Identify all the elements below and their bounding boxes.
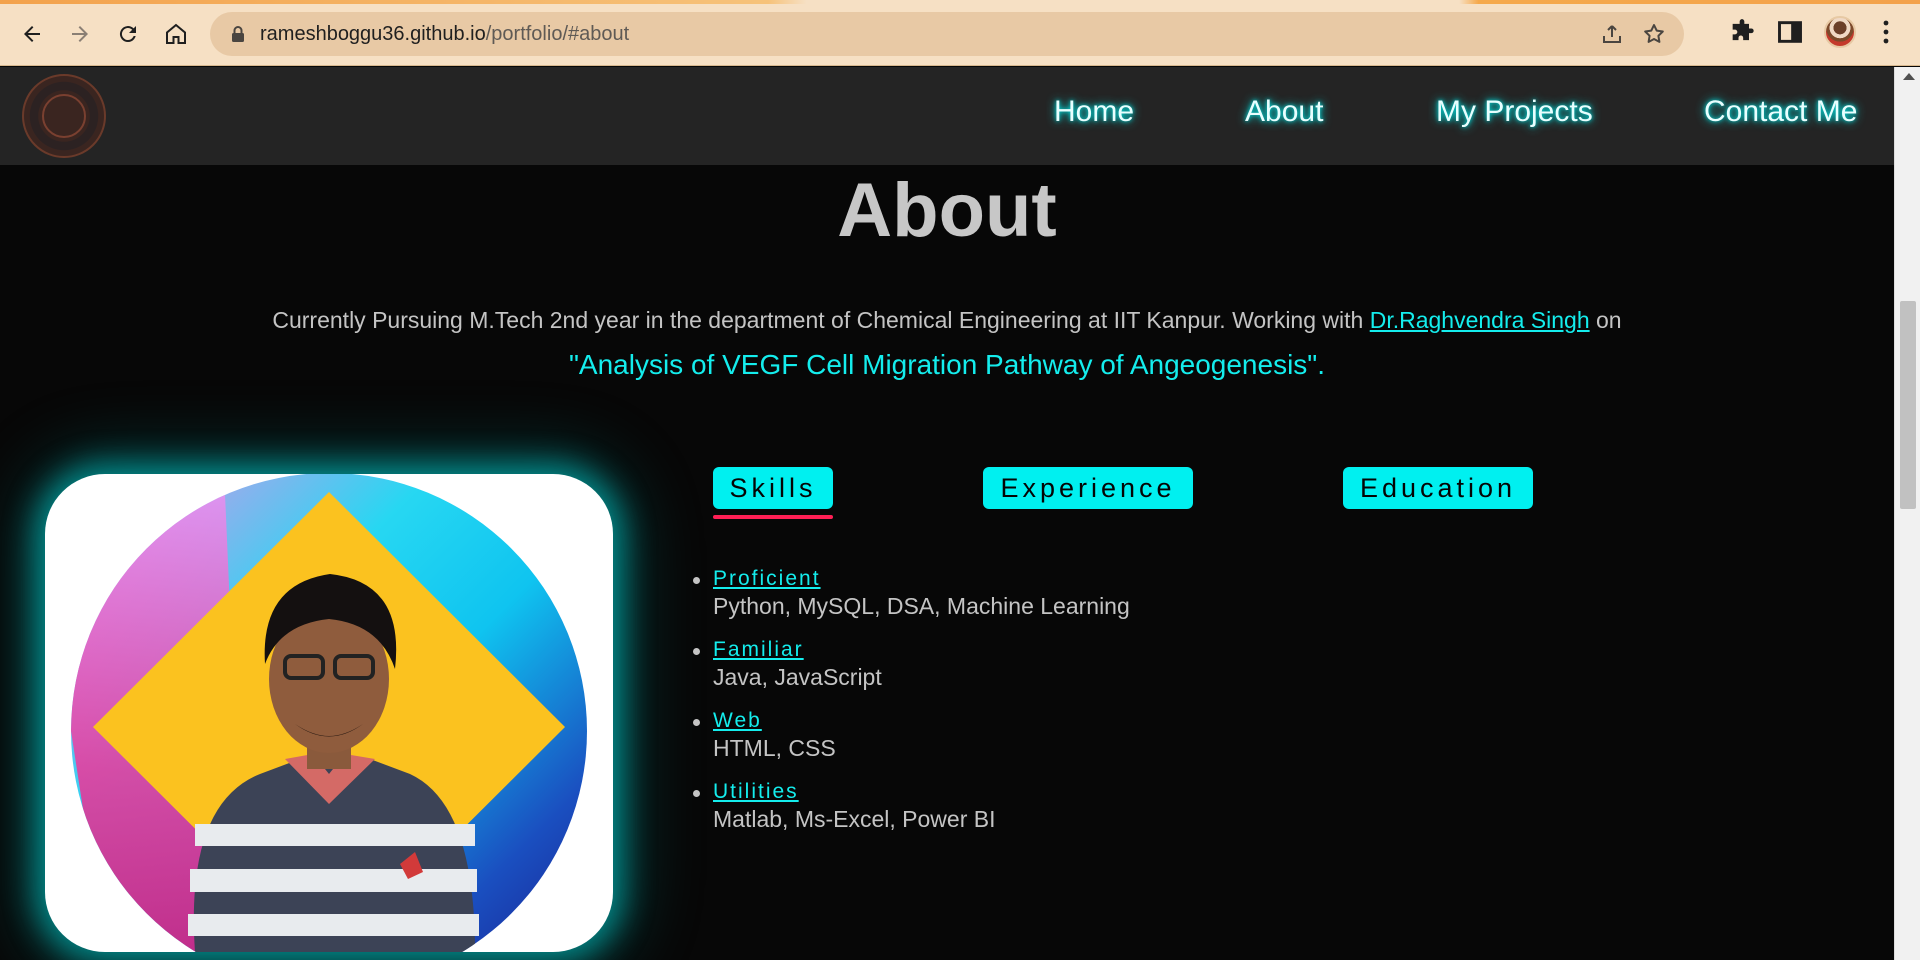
intro-text: Currently Pursuing M.Tech 2nd year in th… (272, 307, 1370, 333)
back-button[interactable] (14, 16, 50, 52)
bullet (693, 790, 700, 797)
share-icon[interactable] (1600, 22, 1624, 46)
bullet (693, 648, 700, 655)
profile-photo (45, 474, 613, 952)
list-item: Web HTML, CSS (693, 709, 1413, 780)
back-icon (24, 26, 40, 42)
section-title: About (837, 168, 1057, 253)
url-text: rameshboggu36.github.io/portfolio/#about (260, 23, 629, 46)
page-scrollbar[interactable] (1894, 67, 1920, 960)
bullet (693, 719, 700, 726)
star-icon[interactable] (1642, 22, 1666, 46)
web-page: Home About My Projects Contact Me About … (0, 67, 1894, 960)
reload-icon (119, 26, 136, 43)
home-button[interactable] (158, 16, 194, 52)
skill-heading: Proficient (713, 567, 821, 590)
intro-suffix: on (1589, 307, 1622, 333)
nav-about[interactable]: About (1245, 95, 1323, 129)
skill-heading: Familiar (713, 638, 804, 661)
tab-strip-accent (0, 0, 1920, 4)
url-path: /portfolio/#about (485, 23, 630, 45)
side-panel-icon[interactable] (1776, 18, 1804, 46)
url-domain: rameshboggu36.github.io (260, 23, 486, 45)
scroll-thumb[interactable] (1900, 301, 1916, 509)
scroll-up-arrow-icon[interactable] (1903, 73, 1915, 80)
bullet (693, 577, 700, 584)
intro-paragraph: Currently Pursuing M.Tech 2nd year in th… (0, 307, 1894, 334)
advisor-link[interactable]: Dr.Raghvendra Singh (1370, 307, 1590, 333)
address-bar[interactable]: rameshboggu36.github.io/portfolio/#about (210, 12, 1684, 56)
institute-logo[interactable] (22, 74, 106, 158)
tab-skills[interactable]: Skills (713, 467, 833, 509)
lock-icon (232, 26, 244, 42)
forward-button[interactable] (62, 16, 98, 52)
tab-education[interactable]: Education (1343, 467, 1533, 509)
active-tab-underline (713, 515, 833, 519)
home-icon (166, 23, 186, 44)
browser-toolbar: rameshboggu36.github.io/portfolio/#about (0, 0, 1920, 66)
nav-home[interactable]: Home (1054, 95, 1134, 129)
skill-items: Java, JavaScript (713, 664, 882, 690)
list-item: Utilities Matlab, Ms-Excel, Power BI (693, 780, 1413, 851)
skill-items: Matlab, Ms-Excel, Power BI (713, 806, 996, 832)
profile-photo-art (71, 474, 587, 952)
extensions-icon[interactable] (1728, 18, 1756, 46)
list-item: Proficient Python, MySQL, DSA, Machine L… (693, 567, 1413, 638)
skill-heading: Web (713, 709, 762, 732)
tab-experience[interactable]: Experience (983, 467, 1193, 509)
nav-my-projects[interactable]: My Projects (1436, 95, 1593, 129)
nav-contact-me[interactable]: Contact Me (1704, 95, 1857, 129)
project-quote: "Analysis of VEGF Cell Migration Pathway… (568, 349, 1326, 380)
more-menu-icon[interactable] (1874, 18, 1898, 46)
skill-heading: Utilities (713, 780, 799, 803)
logo-emblem (42, 94, 86, 138)
profile-avatar[interactable] (1824, 16, 1856, 48)
reload-button[interactable] (110, 16, 146, 52)
forward-icon (72, 26, 88, 42)
list-item: Familiar Java, JavaScript (693, 638, 1413, 709)
skill-items: Python, MySQL, DSA, Machine Learning (713, 593, 1130, 619)
site-navbar: Home About My Projects Contact Me (0, 67, 1894, 165)
skills-list: Proficient Python, MySQL, DSA, Machine L… (693, 567, 1413, 851)
skill-items: HTML, CSS (713, 735, 836, 761)
